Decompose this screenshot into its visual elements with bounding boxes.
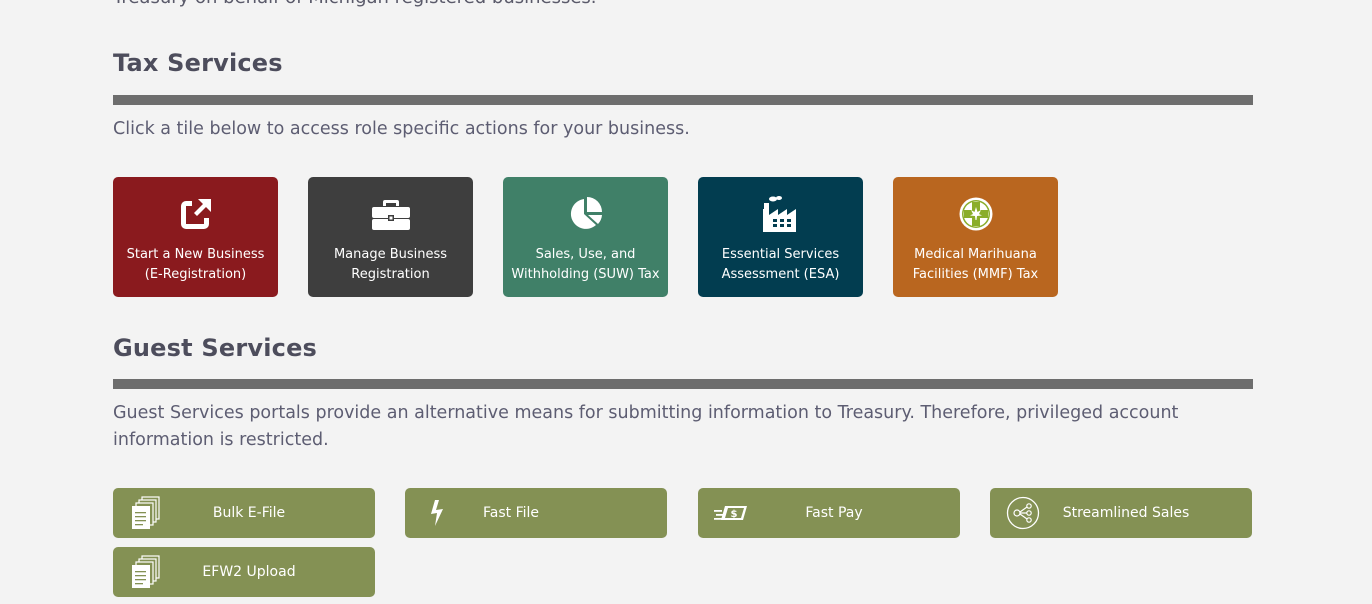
fast-pay-button[interactable]: $ Fast Pay [698, 488, 960, 538]
tax-services-divider [113, 95, 1253, 105]
guest-services-divider [113, 379, 1253, 389]
tile-label-line1: Start a New Business [126, 247, 265, 262]
tile-esa[interactable]: Essential Services Assessment (ESA) [698, 177, 863, 297]
tile-mmf-tax[interactable]: Medical Marihuana Facilities (MMF) Tax [893, 177, 1058, 297]
documents-stack-icon [129, 496, 163, 530]
documents-stack-icon [129, 555, 163, 589]
fast-file-button[interactable]: Fast File [405, 488, 667, 538]
guest-services-description: Guest Services portals provide an altern… [113, 403, 1179, 450]
tax-services-description: Click a tile below to access role specif… [113, 119, 690, 139]
tile-label-line1: Sales, Use, and [535, 247, 636, 262]
tile-start-new-business[interactable]: Start a New Business (E-Registration) [113, 177, 278, 297]
tile-label-line2: (E-Registration) [144, 267, 247, 282]
tile-suw-tax[interactable]: Sales, Use, and Withholding (SUW) Tax [503, 177, 668, 297]
tile-label-line2: Facilities (MMF) Tax [912, 267, 1039, 282]
guest-services-title: Guest Services [113, 334, 318, 362]
tax-services-title: Tax Services [113, 49, 283, 77]
factory-icon [698, 195, 863, 233]
external-link-icon [113, 195, 278, 233]
fast-file-label: Fast File [482, 505, 539, 521]
tile-label-line2: Registration [351, 267, 430, 282]
fast-dollar-icon: $ [714, 496, 748, 530]
tile-label-line1: Manage Business [333, 247, 448, 262]
fast-pay-label: Fast Pay [805, 505, 863, 521]
tile-manage-business-registration[interactable]: Manage Business Registration [308, 177, 473, 297]
pie-chart-icon [503, 195, 668, 233]
tile-label-line1: Essential Services [721, 247, 840, 262]
svg-text:$: $ [731, 509, 738, 520]
streamlined-sales-button[interactable]: Streamlined Sales [990, 488, 1252, 538]
tile-label-line1: Medical Marihuana [914, 247, 1037, 262]
medical-cross-leaf-icon [893, 195, 1058, 233]
share-nodes-icon [1006, 496, 1040, 530]
efw2-upload-label: EFW2 Upload [202, 564, 296, 580]
streamlined-sales-label: Streamlined Sales [1062, 505, 1190, 521]
efw2-upload-button[interactable]: EFW2 Upload [113, 547, 375, 597]
intro-text: Treasury on behalf of Michigan registere… [113, 0, 597, 8]
bulk-e-file-label: Bulk E-File [212, 505, 286, 521]
tile-label-line2: Assessment (ESA) [721, 267, 840, 282]
tile-label-line2: Withholding (SUW) Tax [511, 267, 660, 282]
briefcase-icon [308, 195, 473, 233]
bulk-e-file-button[interactable]: Bulk E-File [113, 488, 375, 538]
